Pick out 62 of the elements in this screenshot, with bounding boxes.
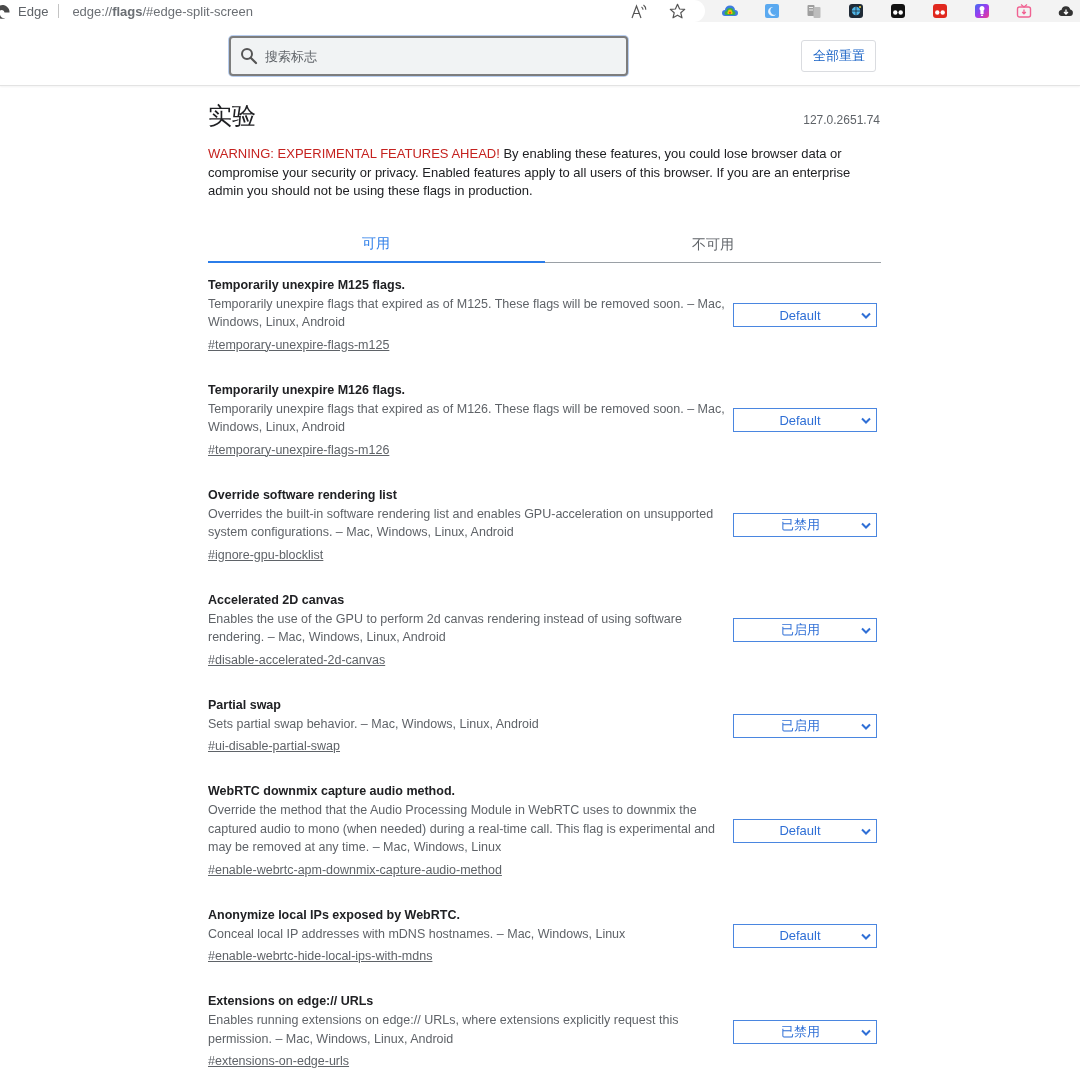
two-circles-tile-icon[interactable]: [932, 3, 948, 19]
two-circles-tile-icon[interactable]: [890, 3, 906, 19]
tab[interactable]: 不可用: [544, 227, 881, 263]
flag-description: Overrides the built-in software rendering list and enables GPU-acceleration on unsupported system configurations. – Mac, Windows, Linux, Android: [208, 505, 715, 541]
flag-description: Enables the use of the GPU to perform 2d canvas rendering instead of using software rendering. – Mac, Windows, Linux, Android: [208, 610, 683, 646]
flag-title: WebRTC downmix capture audio method.: [208, 783, 456, 800]
dropdown[interactable]: Default: [733, 818, 877, 843]
reset-all-button[interactable]: 全部重置: [801, 40, 876, 72]
tv-icon[interactable]: [1016, 3, 1032, 19]
flag-anchor-link[interactable]: #temporary-unexpire-flags-m126: [208, 442, 390, 457]
cloud-icon[interactable]: [722, 3, 738, 19]
flag-anchor-link[interactable]: #ui-disable-partial-swap: [208, 739, 340, 753]
version-text: 127.0.2651.74: [803, 113, 880, 127]
flag-title: Anonymize local IPs exposed by WebRTC.: [208, 906, 461, 924]
flag-description: Override the method that the Audio Processing Module in WebRTC uses to downmix the captured audio to mono (when needed) during a real-time call. This flag is experimental and may be removed at any time. – Mac, Windows, Linux: [208, 802, 716, 856]
flag-anchor-link[interactable]: #disable-accelerated-2d-canvas: [208, 652, 386, 667]
bulb-tile-icon[interactable]: [974, 3, 990, 19]
flag-anchor-link[interactable]: #ignore-gpu-blocklist: [208, 547, 324, 562]
chevron-down-icon: [861, 627, 871, 634]
flag-description: Temporarily unexpire flags that expired as of M125. These flags will be removed soon. – Mac, Windows, Linux, Android: [208, 295, 726, 331]
flag-anchor-link[interactable]: #temporary-unexpire-flags-m125: [208, 337, 390, 352]
globe-tile-icon[interactable]: [848, 3, 864, 19]
browser-name: Edge: [18, 3, 49, 19]
flag-description: Enables running extensions on edge:// URLs, where extensions explicitly request this permission. – Mac, Windows, Linux, Android: [208, 1012, 680, 1048]
dropdown[interactable]: 已启用: [733, 618, 877, 642]
tab[interactable]: 可用: [208, 227, 545, 263]
chevron-down-icon: [861, 1028, 871, 1036]
chevron-down-icon: [861, 522, 871, 529]
flag-anchor-link[interactable]: #enable-webrtc-hide-local-ips-with-mdns: [208, 949, 433, 963]
cloud-download-icon[interactable]: [1058, 3, 1074, 19]
address-bar[interactable]: Edge edge://flags/#edge-split-screen: [0, 0, 705, 22]
search-field[interactable]: 搜索标志: [229, 36, 628, 76]
flag-title: Override software rendering list: [208, 486, 398, 504]
chevron-down-icon: [861, 417, 871, 424]
dropdown[interactable]: Default: [733, 303, 877, 327]
star-icon[interactable]: [669, 2, 686, 20]
flag-description: Sets partial swap behavior. – Mac, Windows, Linux, Android: [208, 715, 540, 733]
flag-anchor-link[interactable]: #extensions-on-edge-urls: [208, 1054, 350, 1068]
flag-title: Partial swap: [208, 696, 282, 714]
browser-logo-icon: [0, 3, 10, 19]
dropdown[interactable]: Default: [733, 408, 877, 432]
warning-text: WARNING: EXPERIMENTAL FEATURES AHEAD! By enabling these features, you could lose browser data or compromise your security or privacy. Enabled features apply to all users of this browser. If you are an enterprise admin you should not be using these flags in production.: [208, 145, 852, 200]
moon-tile-icon[interactable]: [764, 3, 780, 19]
page-title: 实验: [208, 101, 256, 131]
flag-title: Extensions on edge:// URLs: [208, 993, 375, 1010]
flag-title: Temporarily unexpire M125 flags.: [208, 276, 407, 294]
search-icon: [240, 47, 258, 65]
flag-anchor-link[interactable]: #enable-webrtc-apm-downmix-capture-audio-method: [208, 862, 502, 877]
url-text[interactable]: edge://flags/#edge-split-screen: [72, 3, 254, 19]
read-aloud-icon[interactable]: [631, 3, 647, 19]
flag-description: Temporarily unexpire flags that expired as of M126. These flags will be removed soon. – Mac, Windows, Linux, Android: [208, 400, 726, 436]
dropdown[interactable]: 已启用: [733, 713, 877, 738]
dropdown[interactable]: 已禁用: [733, 1019, 877, 1044]
chevron-down-icon: [861, 722, 871, 730]
dropdown[interactable]: 已禁用: [733, 513, 877, 537]
flag-title: Temporarily unexpire M126 flags.: [208, 381, 407, 399]
flag-title: Accelerated 2D canvas: [208, 591, 346, 609]
dropdown[interactable]: Default: [733, 923, 877, 948]
chevron-down-icon: [861, 312, 871, 319]
flag-description: Conceal local IP addresses with mDNS hostnames. – Mac, Windows, Linux: [208, 925, 627, 943]
chevron-down-icon: [861, 932, 871, 940]
chevron-down-icon: [861, 827, 871, 835]
